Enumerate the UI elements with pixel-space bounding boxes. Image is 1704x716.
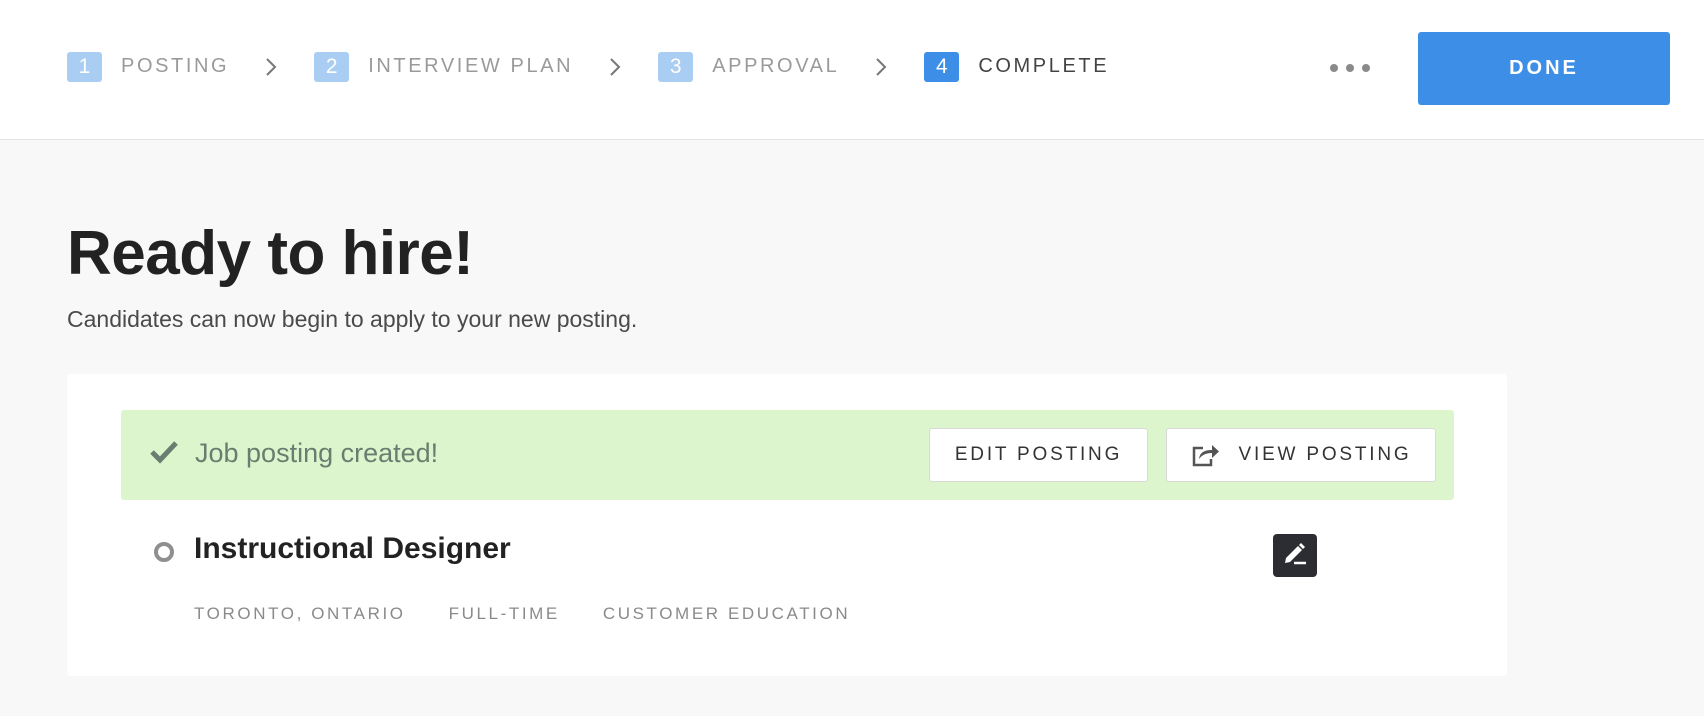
step-number: 3 (658, 51, 694, 82)
edit-posting-button[interactable]: EDIT POSTING (929, 428, 1148, 482)
job-title: Instructional Designer (194, 532, 511, 565)
view-posting-button[interactable]: VIEW POSTING (1166, 428, 1436, 482)
step-label: COMPLETE (978, 55, 1110, 77)
step-number: 4 (924, 51, 960, 82)
step-interview-plan[interactable]: 2 INTERVIEW PLAN (314, 51, 574, 82)
success-banner: Job posting created! EDIT POSTING VIEW P… (121, 410, 1454, 500)
edit-pencil-button[interactable] (1273, 534, 1317, 577)
done-button[interactable]: DONE (1418, 32, 1670, 105)
chevron-right-icon (608, 57, 622, 77)
dot (1362, 64, 1370, 72)
top-bar: 1 POSTING 2 INTERVIEW PLAN 3 APPROVAL 4 … (0, 0, 1704, 140)
edit-posting-label: EDIT POSTING (954, 444, 1123, 465)
step-complete[interactable]: 4 COMPLETE (924, 51, 1110, 82)
page-title: Ready to hire! (67, 219, 474, 288)
job-team: CUSTOMER EDUCATION (602, 604, 851, 623)
share-icon (1191, 442, 1221, 468)
job-commitment: FULL-TIME (448, 604, 560, 623)
dot (1330, 64, 1338, 72)
dot (1346, 64, 1354, 72)
step-number: 2 (314, 51, 350, 82)
view-posting-label: VIEW POSTING (1238, 444, 1412, 465)
page-subtitle: Candidates can now begin to apply to you… (67, 306, 638, 332)
chevron-right-icon (874, 57, 888, 77)
success-message: Job posting created! (195, 438, 439, 468)
posting-card: Job posting created! EDIT POSTING VIEW P… (67, 374, 1507, 676)
stepper: 1 POSTING 2 INTERVIEW PLAN 3 APPROVAL 4 … (67, 50, 1109, 83)
job-location: TORONTO, ONTARIO (194, 604, 406, 623)
step-label: INTERVIEW PLAN (368, 55, 574, 77)
pencil-icon (1282, 540, 1308, 571)
chevron-right-icon (264, 57, 278, 77)
more-options-icon[interactable] (1330, 56, 1370, 80)
step-posting[interactable]: 1 POSTING (67, 51, 230, 82)
checkmark-icon (149, 440, 179, 464)
step-number: 1 (67, 51, 102, 82)
step-label: APPROVAL (712, 55, 840, 77)
step-label: POSTING (121, 55, 230, 77)
step-approval[interactable]: 3 APPROVAL (658, 51, 840, 82)
job-meta: TORONTO, ONTARIO FULL-TIME CUSTOMER EDUC… (194, 604, 893, 624)
status-circle-icon (154, 542, 174, 562)
